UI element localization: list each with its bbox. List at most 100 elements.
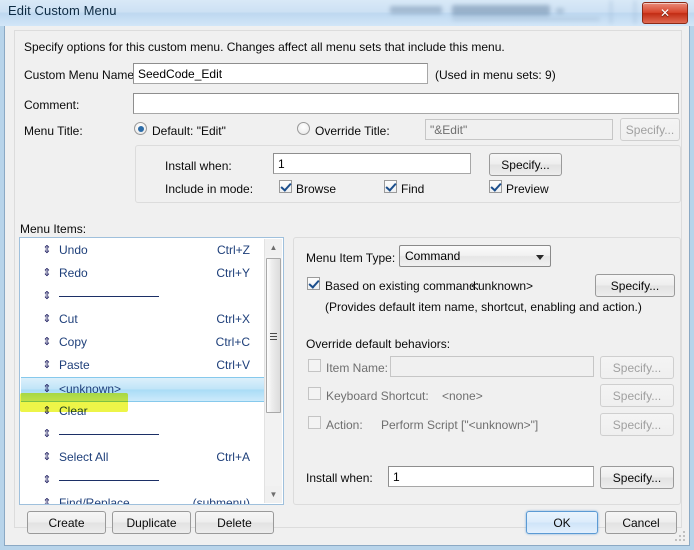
custom-menu-name-input[interactable]	[133, 63, 428, 84]
override-keyboard-shortcut-label: Keyboard Shortcut:	[326, 389, 429, 403]
menu-item-row[interactable]: ⇕ Copy Ctrl+C	[21, 331, 282, 354]
override-title-specify-button: Specify...	[620, 118, 680, 141]
ok-button[interactable]: OK	[526, 511, 598, 534]
menu-item-name: Cut	[59, 312, 78, 326]
menu-item-row[interactable]: ⇕	[21, 285, 282, 308]
menu-item-name: Redo	[59, 266, 88, 280]
menu-item-name: Clear	[59, 404, 88, 418]
scrollbar-grip-icon	[270, 332, 277, 340]
override-action-value: Perform Script ["<unknown>"]	[381, 418, 539, 432]
edit-custom-menu-dialog: Edit Custom Menu ✕ Specify options for t…	[0, 0, 694, 550]
menu-item-name: Find/Replace	[59, 496, 130, 505]
menu-item-type-select[interactable]: Command	[399, 245, 551, 267]
detail-install-when-input[interactable]	[388, 466, 594, 487]
drag-handle-icon[interactable]: ⇕	[41, 446, 53, 469]
instruction-text: Specify options for this custom menu. Ch…	[24, 40, 505, 54]
scrollbar-thumb[interactable]	[266, 258, 281, 413]
drag-handle-icon[interactable]: ⇕	[41, 262, 53, 285]
override-keyboard-shortcut-specify-button: Specify...	[600, 384, 674, 407]
background-window-artifact	[452, 5, 550, 16]
drag-handle-icon[interactable]: ⇕	[41, 354, 53, 377]
used-in-menu-sets-label: (Used in menu sets: 9)	[435, 68, 556, 82]
background-window-artifact	[556, 8, 564, 14]
override-defaults-header: Override default behaviors:	[306, 337, 451, 351]
install-when-input[interactable]	[273, 153, 471, 174]
menu-title-label: Menu Title:	[24, 124, 83, 138]
install-when-specify-button[interactable]: Specify...	[489, 153, 562, 176]
checkbox-mode-find[interactable]	[384, 180, 397, 193]
drag-handle-icon[interactable]: ⇕	[41, 239, 53, 262]
install-when-label: Install when:	[165, 159, 232, 173]
menu-items-listbox[interactable]: ⇕ Undo Ctrl+Z ⇕ Redo Ctrl+Y ⇕ ⇕ Cut Ctrl+X ⇕ Copy Ct…	[19, 237, 284, 505]
based-on-existing-command-value: <unknown>	[471, 279, 534, 293]
drag-handle-icon[interactable]: ⇕	[41, 378, 53, 401]
scroll-up-icon[interactable]: ▲	[265, 239, 282, 256]
comment-input[interactable]	[133, 93, 679, 114]
checkbox-override-item-name[interactable]	[308, 359, 321, 372]
cancel-button[interactable]: Cancel	[605, 511, 677, 534]
background-window-artifact	[610, 0, 612, 24]
menu-item-shortcut: Ctrl+V	[216, 358, 250, 372]
drag-handle-icon[interactable]: ⇕	[41, 423, 53, 446]
drag-handle-icon[interactable]: ⇕	[41, 400, 53, 423]
checkbox-mode-browse-label: Browse	[296, 182, 337, 196]
window-title: Edit Custom Menu	[8, 3, 117, 18]
background-window-artifact	[634, 0, 636, 24]
scroll-down-icon[interactable]: ▼	[265, 486, 282, 503]
menu-item-shortcut: Ctrl+Z	[217, 243, 250, 257]
close-icon[interactable]: ✕	[642, 2, 688, 24]
drag-handle-icon[interactable]: ⇕	[41, 492, 53, 504]
menu-item-row[interactable]: ⇕	[21, 423, 282, 446]
chevron-down-icon	[536, 255, 544, 260]
menu-item-row[interactable]: ⇕ Clear	[21, 400, 282, 423]
menu-item-shortcut: Ctrl+X	[216, 312, 250, 326]
checkbox-mode-preview[interactable]	[489, 180, 502, 193]
delete-button[interactable]: Delete	[195, 511, 274, 534]
resize-grip-icon[interactable]	[674, 531, 686, 543]
menu-items-scrollbar[interactable]: ▲ ▼	[264, 239, 282, 503]
override-title-input[interactable]	[425, 119, 613, 140]
menu-item-row-selected[interactable]: ⇕ <unknown>	[21, 377, 282, 402]
menu-item-row[interactable]: ⇕	[21, 469, 282, 492]
based-on-specify-button[interactable]: Specify...	[595, 274, 675, 297]
comment-label: Comment:	[24, 98, 80, 112]
override-item-name-label: Item Name:	[326, 361, 389, 375]
override-item-name-input	[390, 356, 594, 377]
duplicate-button[interactable]: Duplicate	[112, 511, 191, 534]
background-window-artifact	[452, 17, 600, 21]
checkbox-override-action[interactable]	[308, 416, 321, 429]
menu-item-separator	[59, 434, 159, 435]
menu-item-row[interactable]: ⇕ Undo Ctrl+Z	[21, 239, 282, 262]
create-button[interactable]: Create	[27, 511, 106, 534]
drag-handle-icon[interactable]: ⇕	[41, 331, 53, 354]
radio-override-title-label: Override Title:	[315, 124, 390, 138]
based-on-note: (Provides default item name, shortcut, e…	[325, 300, 642, 314]
checkbox-mode-browse[interactable]	[279, 180, 292, 193]
title-bar: Edit Custom Menu ✕	[0, 0, 694, 26]
menu-item-row[interactable]: ⇕ Select All Ctrl+A	[21, 446, 282, 469]
override-action-label: Action:	[326, 418, 363, 432]
radio-default-title[interactable]	[134, 122, 147, 135]
menu-items-label: Menu Items:	[20, 222, 87, 236]
drag-handle-icon[interactable]: ⇕	[41, 469, 53, 492]
menu-item-shortcut: Ctrl+C	[215, 335, 250, 349]
override-action-specify-button: Specify...	[600, 413, 674, 436]
menu-item-row[interactable]: ⇕ Cut Ctrl+X	[21, 308, 282, 331]
menu-item-row[interactable]: ⇕ Paste Ctrl+V	[21, 354, 282, 377]
checkbox-override-keyboard-shortcut[interactable]	[308, 387, 321, 400]
detail-install-when-specify-button[interactable]: Specify...	[600, 466, 674, 489]
override-item-name-specify-button: Specify...	[600, 356, 674, 379]
menu-item-name: Copy	[59, 335, 88, 349]
radio-override-title[interactable]	[297, 122, 310, 135]
menu-item-row[interactable]: ⇕ Find/Replace (submenu)	[21, 492, 282, 505]
drag-handle-icon[interactable]: ⇕	[41, 308, 53, 331]
checkbox-based-on-existing-command[interactable]	[307, 277, 320, 290]
custom-menu-name-label: Custom Menu Name:	[24, 68, 138, 82]
menu-item-name: <unknown>	[59, 382, 122, 396]
menu-item-separator	[59, 480, 159, 481]
drag-handle-icon[interactable]: ⇕	[41, 285, 53, 308]
checkbox-mode-find-label: Find	[401, 182, 425, 196]
menu-item-type-label: Menu Item Type:	[306, 251, 396, 265]
menu-item-row[interactable]: ⇕ Redo Ctrl+Y	[21, 262, 282, 285]
menu-item-shortcut: (submenu)	[192, 496, 250, 505]
